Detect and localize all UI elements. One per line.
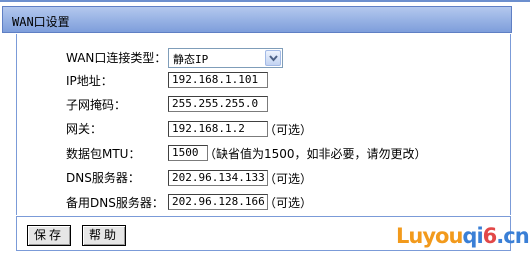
gateway-label: 网关： bbox=[66, 122, 103, 136]
chevron-down-icon[interactable] bbox=[265, 50, 281, 66]
gateway-field[interactable]: 192.168.1.2 bbox=[168, 121, 268, 137]
save-button[interactable]: 保存 bbox=[27, 225, 71, 246]
dns2-label: 备用DNS服务器： bbox=[66, 196, 164, 210]
panel-header: WAN口设置 bbox=[2, 6, 512, 33]
mtu-field[interactable]: 1500 bbox=[168, 145, 208, 161]
top-border bbox=[0, 0, 530, 2]
wan-type-select[interactable]: 静态IP bbox=[168, 48, 283, 68]
help-button[interactable]: 帮助 bbox=[82, 225, 126, 246]
ip-field[interactable]: 192.168.1.101 bbox=[168, 72, 268, 88]
panel-title: WAN口设置 bbox=[12, 15, 70, 29]
dns2-field[interactable]: 202.96.128.166 bbox=[168, 194, 268, 210]
dns-hint: （可选） bbox=[264, 172, 313, 186]
dns2-hint: （可选） bbox=[264, 196, 313, 210]
mask-label: 子网掩码： bbox=[66, 98, 127, 112]
mtu-label: 数据包MTU： bbox=[66, 147, 141, 161]
wan-settings-panel: WAN口设置 WAN口连接类型： 静态IP IP地址： 192.168.1.10… bbox=[0, 0, 530, 267]
mtu-hint: （缺省值为1500，如非必要，请勿更改） bbox=[204, 147, 427, 161]
wan-type-label: WAN口连接类型： bbox=[66, 51, 167, 65]
mask-field[interactable]: 255.255.255.0 bbox=[168, 96, 268, 112]
gateway-hint: （可选） bbox=[264, 123, 313, 137]
wan-type-value: 静态IP bbox=[173, 53, 209, 66]
site-watermark-logo: Luyouqi6.cn bbox=[396, 224, 530, 248]
dns-field[interactable]: 202.96.134.133 bbox=[168, 170, 268, 186]
ip-label: IP地址： bbox=[66, 74, 113, 88]
dns-label: DNS服务器： bbox=[66, 171, 140, 185]
